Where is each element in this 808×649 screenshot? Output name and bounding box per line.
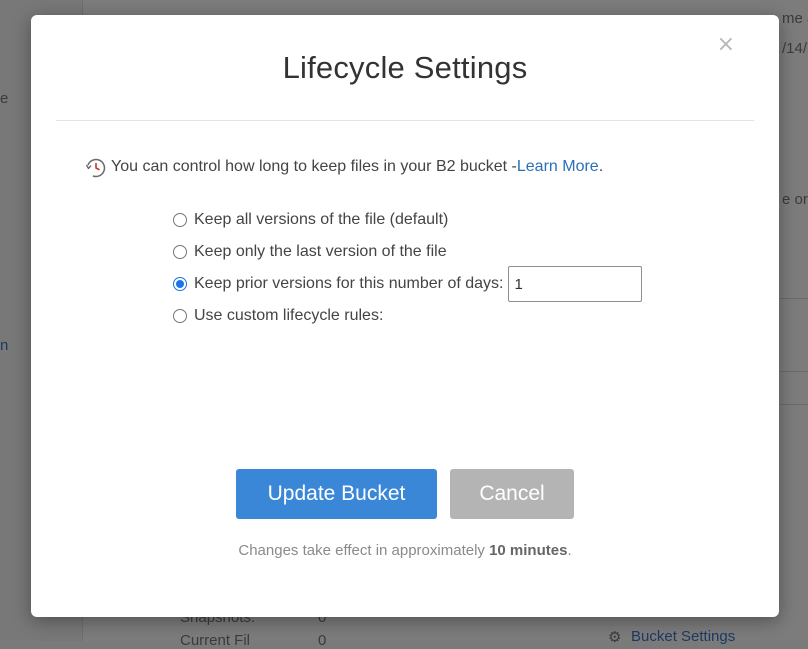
lifecycle-options: Keep all versions of the file (default) … <box>173 204 643 332</box>
days-input[interactable] <box>508 266 643 302</box>
radio-keep-prior-days[interactable] <box>173 277 187 291</box>
note-suffix: . <box>567 542 572 559</box>
radio-custom-rules[interactable] <box>173 309 187 323</box>
option-keep-prior-days[interactable]: Keep prior versions for this number of d… <box>173 266 643 302</box>
cancel-button[interactable]: Cancel <box>450 469 574 519</box>
update-bucket-button[interactable]: Update Bucket <box>236 469 437 519</box>
note-prefix: Changes take effect in approximately <box>238 542 490 559</box>
background-text: /14/ <box>782 40 808 57</box>
radio-keep-last[interactable] <box>173 245 187 259</box>
radio-keep-all[interactable] <box>173 213 187 227</box>
intro-line: You can control how long to keep files i… <box>84 155 603 179</box>
option-label: Keep only the last version of the file <box>194 243 447 260</box>
learn-more-link[interactable]: Learn More <box>517 158 599 176</box>
history-clock-icon <box>85 158 106 178</box>
bucket-settings-link: Bucket Settings <box>631 628 736 645</box>
background-text: e or <box>782 191 808 208</box>
option-label: Keep all versions of the file (default) <box>194 211 449 228</box>
note-duration: 10 minutes <box>489 542 568 559</box>
option-label: Use custom lifecycle rules: <box>194 307 384 324</box>
option-label: Keep prior versions for this number of d… <box>194 275 504 292</box>
background-link: n <box>0 337 9 354</box>
intro-period: . <box>598 158 604 175</box>
lifecycle-settings-modal: × Lifecycle Settings You can control how… <box>31 15 779 617</box>
gear-icon: ⚙ <box>608 629 622 646</box>
title-divider <box>56 120 754 121</box>
changes-note: Changes take effect in approximately 10 … <box>31 542 779 559</box>
option-keep-all-versions[interactable]: Keep all versions of the file (default) <box>173 204 642 236</box>
background-text: me a <box>782 10 808 27</box>
option-custom-rules[interactable]: Use custom lifecycle rules: <box>173 300 642 332</box>
option-keep-last-version[interactable]: Keep only the last version of the file <box>173 236 642 268</box>
modal-title: Lifecycle Settings <box>282 50 528 85</box>
intro-text: You can control how long to keep files i… <box>111 158 517 175</box>
background-text: e <box>0 90 9 107</box>
